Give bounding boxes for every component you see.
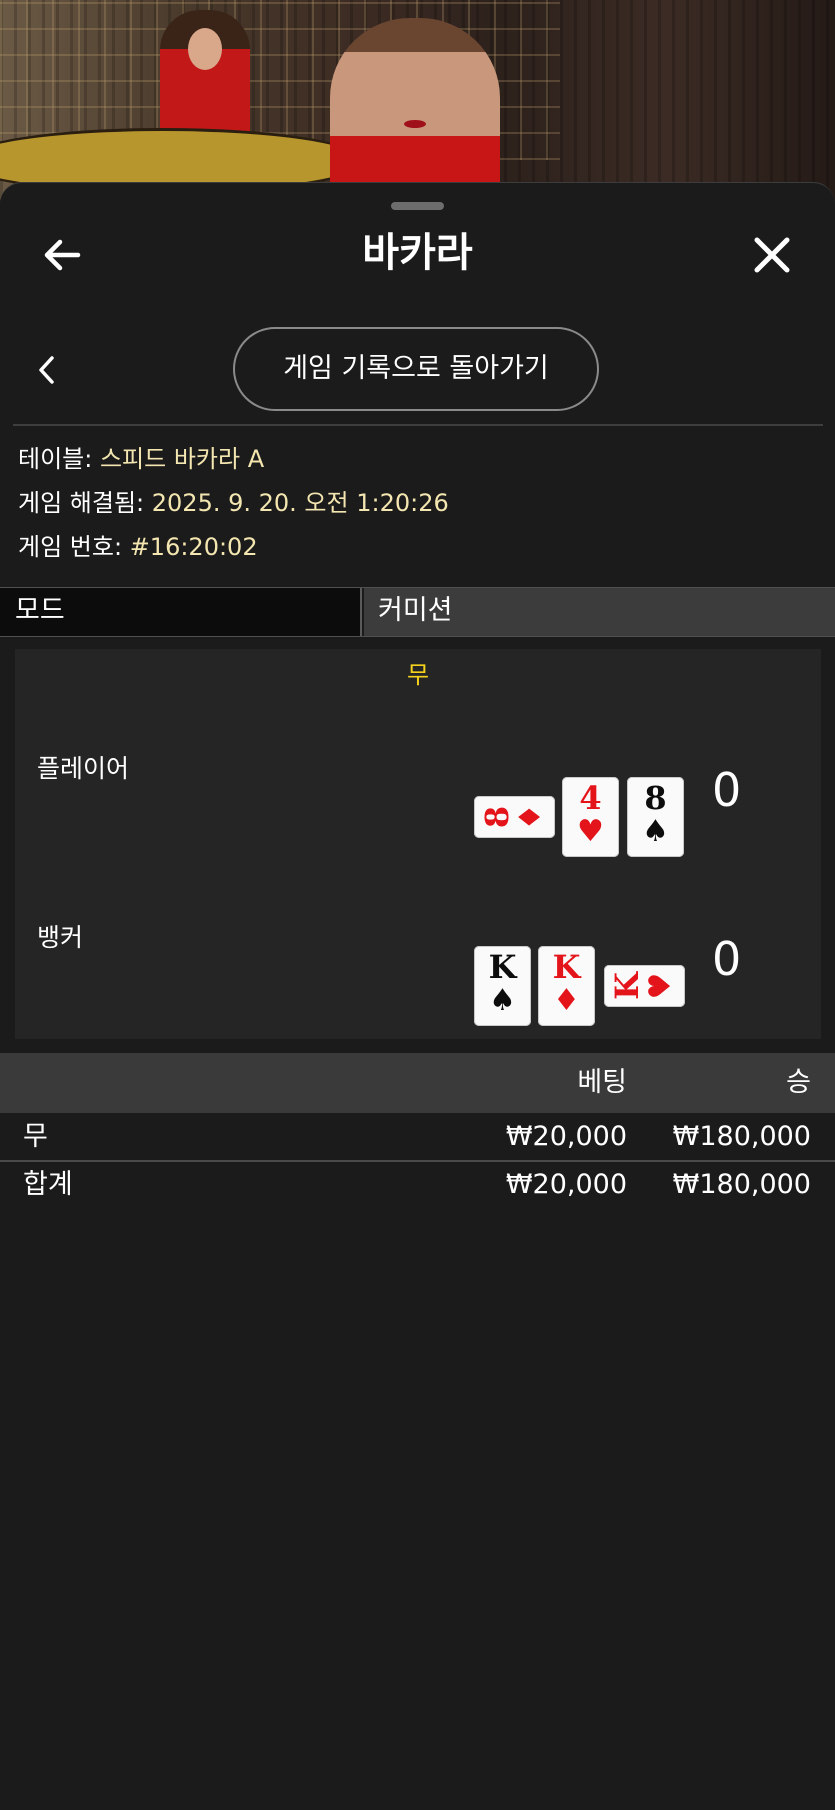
total-bet: ₩20,000 — [505, 1169, 627, 1200]
divider — [13, 424, 823, 426]
total-row: 합계 ₩20,000 ₩180,000 — [0, 1162, 835, 1208]
card-rank: K — [488, 948, 517, 986]
bet-name: 무 — [23, 1121, 48, 1152]
resolved-info-label: 게임 해결됨: — [18, 489, 145, 517]
card-suit-icon: ♦ — [512, 803, 548, 831]
card-suit-icon: ♦ — [553, 983, 580, 1018]
table-row: 무 ₩20,000 ₩180,000 — [0, 1114, 835, 1160]
game-number-label: 게임 번호: — [18, 533, 123, 561]
video-main-dealer — [330, 18, 500, 208]
chevron-left-icon[interactable] — [34, 353, 60, 387]
bet-column-header: 베팅 — [577, 1067, 627, 1098]
card-rank: 8 — [644, 779, 667, 817]
table-info-value: 스피드 바카라 A — [99, 445, 265, 473]
win-amount: ₩180,000 — [672, 1121, 811, 1152]
card-rank: K — [552, 948, 581, 986]
banker-card: K ♦ — [538, 946, 595, 1026]
banker-score: 0 — [712, 932, 742, 986]
game-number-info: 게임 번호: #16:20:02 — [18, 532, 258, 562]
card-suit-icon: ♥ — [642, 972, 678, 1000]
player-card: 4 ♥ — [562, 777, 619, 857]
table-info-label: 테이블: — [18, 445, 93, 473]
game-number-value: #16:20:02 — [129, 533, 258, 561]
live-video-feed — [0, 0, 835, 208]
card-rank: 8 — [477, 805, 516, 829]
card-suit-icon: ♠ — [489, 983, 516, 1018]
close-icon[interactable] — [750, 233, 794, 277]
bets-table-header: 베팅 승 — [0, 1053, 835, 1113]
mode-row: 모드 커미션 — [0, 587, 835, 637]
video-background-dealer — [160, 10, 250, 140]
sheet-drag-handle[interactable] — [391, 202, 444, 210]
card-rank: K — [607, 972, 646, 1000]
mode-label: 모드 — [0, 588, 362, 636]
resolved-info: 게임 해결됨: 2025. 9. 20. 오전 1:20:26 — [18, 488, 449, 518]
win-column-header: 승 — [786, 1067, 811, 1098]
result-panel: 무 플레이어 0 뱅커 0 8 ♦ 4 ♥ 8 ♠ K ♠ K ♦ K ♥ — [15, 649, 821, 1039]
card-rank: 4 — [579, 779, 602, 817]
banker-label: 뱅커 — [37, 923, 84, 952]
video-dealer-face — [188, 28, 222, 70]
player-card: 8 ♦ — [474, 796, 555, 838]
outcome-label: 무 — [406, 661, 430, 689]
table-info: 테이블: 스피드 바카라 A — [18, 444, 264, 474]
card-suit-icon: ♠ — [642, 814, 669, 849]
history-sheet: 바카라 게임 기록으로 돌아가기 테이블: 스피드 바카라 A 게임 해결됨: … — [0, 182, 835, 1810]
total-label: 합계 — [23, 1169, 73, 1200]
video-dealer-lips — [404, 120, 426, 128]
player-card: 8 ♠ — [627, 777, 684, 857]
back-to-history-button[interactable]: 게임 기록으로 돌아가기 — [233, 327, 599, 411]
page-title: 바카라 — [362, 230, 473, 276]
card-suit-icon: ♥ — [577, 814, 604, 849]
total-win: ₩180,000 — [672, 1169, 811, 1200]
banker-card: K ♥ — [604, 965, 685, 1007]
banker-card: K ♠ — [474, 946, 531, 1026]
resolved-info-value: 2025. 9. 20. 오전 1:20:26 — [151, 489, 449, 517]
player-score: 0 — [712, 763, 742, 817]
mode-value: 커미션 — [364, 588, 835, 636]
bet-amount: ₩20,000 — [505, 1121, 627, 1152]
player-label: 플레이어 — [37, 754, 130, 783]
